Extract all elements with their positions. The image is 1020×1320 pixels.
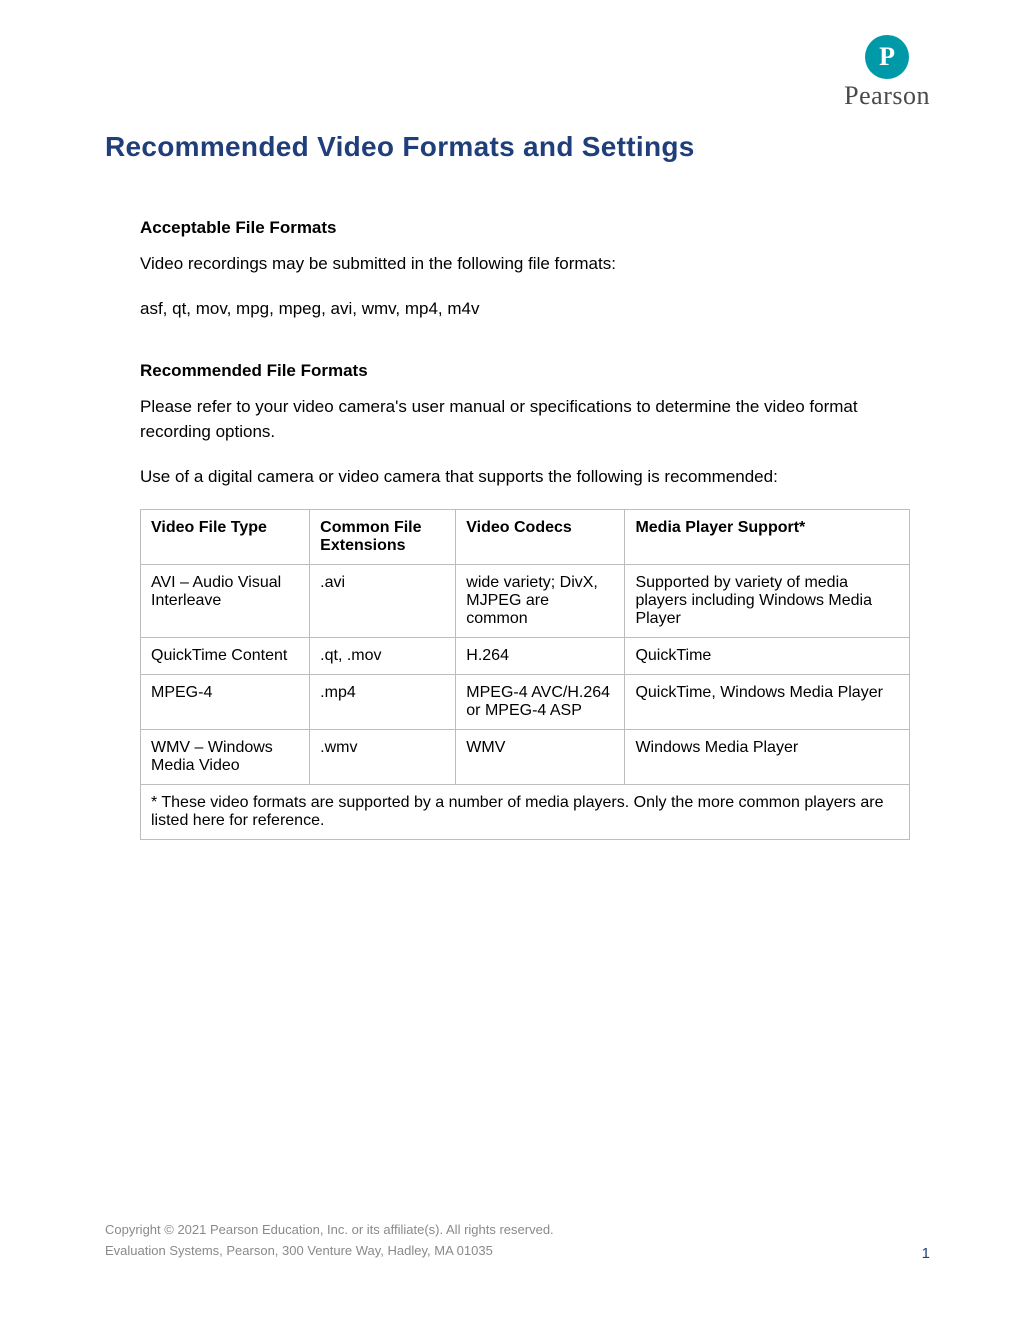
logo-container: P Pearson xyxy=(105,35,930,111)
cell-player: QuickTime, Windows Media Player xyxy=(625,675,910,730)
formats-table: Video File Type Common File Extensions V… xyxy=(140,509,910,840)
table-row: QuickTime Content .qt, .mov H.264 QuickT… xyxy=(141,638,910,675)
th-extensions: Common File Extensions xyxy=(310,510,456,565)
footer-copyright: Copyright © 2021 Pearson Education, Inc.… xyxy=(105,1220,930,1241)
table-row: AVI – Audio Visual Interleave .avi wide … xyxy=(141,565,910,638)
th-player-support: Media Player Support* xyxy=(625,510,910,565)
document-page: P Pearson Recommended Video Formats and … xyxy=(0,0,1020,1320)
cell-codecs: wide variety; DivX, MJPEG are common xyxy=(456,565,625,638)
acceptable-list: asf, qt, mov, mpg, mpeg, avi, wmv, mp4, … xyxy=(140,297,910,322)
cell-player: Supported by variety of media players in… xyxy=(625,565,910,638)
cell-file-type: MPEG-4 xyxy=(141,675,310,730)
table-header-row: Video File Type Common File Extensions V… xyxy=(141,510,910,565)
main-content: Acceptable File Formats Video recordings… xyxy=(105,218,930,840)
cell-file-type: QuickTime Content xyxy=(141,638,310,675)
table-note-row: * These video formats are supported by a… xyxy=(141,785,910,840)
table-row: WMV – Windows Media Video .wmv WMV Windo… xyxy=(141,730,910,785)
cell-codecs: MPEG-4 AVC/H.264 or MPEG-4 ASP xyxy=(456,675,625,730)
recommended-p1: Please refer to your video camera's user… xyxy=(140,395,910,444)
th-file-type: Video File Type xyxy=(141,510,310,565)
page-number: 1 xyxy=(922,1245,930,1262)
footer-address: Evaluation Systems, Pearson, 300 Venture… xyxy=(105,1241,930,1262)
page-title: Recommended Video Formats and Settings xyxy=(105,131,930,163)
pearson-logo: P Pearson xyxy=(844,35,930,111)
table-row: MPEG-4 .mp4 MPEG-4 AVC/H.264 or MPEG-4 A… xyxy=(141,675,910,730)
section-heading-acceptable: Acceptable File Formats xyxy=(140,218,910,238)
cell-player: Windows Media Player xyxy=(625,730,910,785)
table-note: * These video formats are supported by a… xyxy=(141,785,910,840)
page-footer: Copyright © 2021 Pearson Education, Inc.… xyxy=(105,1220,930,1262)
cell-ext: .qt, .mov xyxy=(310,638,456,675)
logo-glyph: P xyxy=(879,42,895,72)
cell-file-type: AVI – Audio Visual Interleave xyxy=(141,565,310,638)
cell-ext: .wmv xyxy=(310,730,456,785)
cell-ext: .mp4 xyxy=(310,675,456,730)
cell-ext: .avi xyxy=(310,565,456,638)
recommended-p2: Use of a digital camera or video camera … xyxy=(140,465,910,490)
acceptable-intro: Video recordings may be submitted in the… xyxy=(140,252,910,277)
th-codecs: Video Codecs xyxy=(456,510,625,565)
spacer xyxy=(140,341,910,361)
section-heading-recommended: Recommended File Formats xyxy=(140,361,910,381)
cell-codecs: WMV xyxy=(456,730,625,785)
logo-icon: P xyxy=(865,35,909,79)
cell-player: QuickTime xyxy=(625,638,910,675)
logo-text: Pearson xyxy=(844,81,930,111)
cell-file-type: WMV – Windows Media Video xyxy=(141,730,310,785)
cell-codecs: H.264 xyxy=(456,638,625,675)
